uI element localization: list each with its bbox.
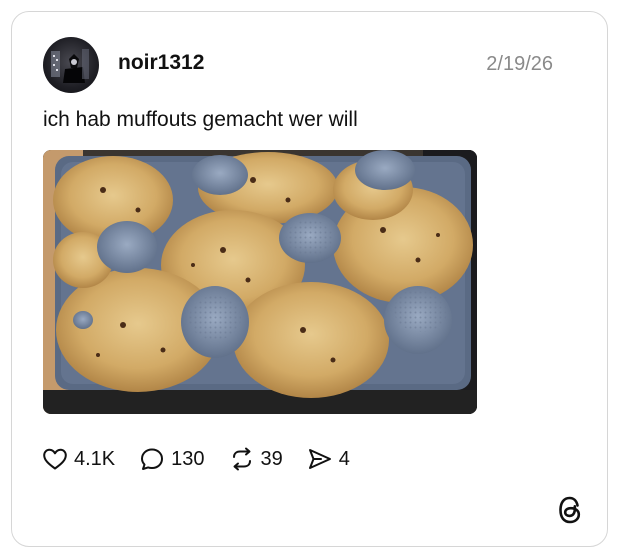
post-date: 2/19/26 <box>486 53 553 75</box>
repost-button[interactable]: 39 <box>229 447 283 471</box>
username[interactable]: noir1312 <box>118 51 204 75</box>
speech-bubble-icon <box>141 448 164 470</box>
share-button[interactable]: 4 <box>307 447 350 471</box>
reply-button[interactable]: 130 <box>139 447 205 471</box>
send-icon <box>308 449 331 469</box>
like-button[interactable]: 4.1K <box>42 447 115 471</box>
threads-logo-icon[interactable] <box>554 493 586 527</box>
avatar[interactable] <box>43 37 99 93</box>
avatar-image <box>51 49 89 83</box>
like-count: 4.1K <box>74 447 116 470</box>
repost-count: 39 <box>260 447 283 470</box>
reply-count: 130 <box>171 447 205 470</box>
action-bar: 4.1K 130 39 4 <box>42 445 374 473</box>
post-card: noir1312 2/19/26 ich hab muffouts gemach… <box>11 11 608 547</box>
post-image[interactable] <box>43 150 477 414</box>
repost-icon <box>232 447 251 471</box>
muffin-tray-photo <box>43 150 477 414</box>
post-text: ich hab muffouts gemacht wer will <box>43 108 358 131</box>
share-count: 4 <box>338 447 350 470</box>
heart-icon <box>43 448 67 470</box>
